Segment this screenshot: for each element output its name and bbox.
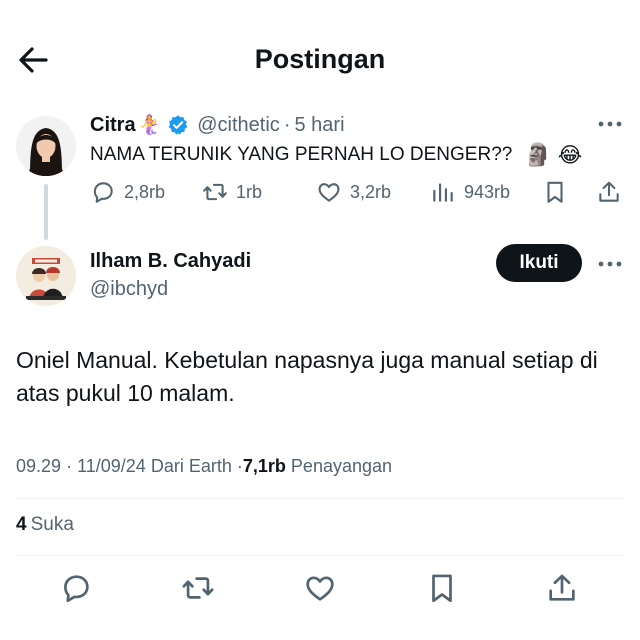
author-handle[interactable]: @cithetic: [197, 114, 280, 137]
more-dots-icon: [598, 121, 622, 127]
repost-icon: [182, 577, 214, 599]
repost-count: 1rb: [236, 181, 263, 202]
views-button[interactable]: 943rb: [430, 174, 510, 210]
author-name[interactable]: Citra: [90, 114, 136, 137]
author-handle[interactable]: @ibchyd: [90, 278, 168, 301]
reply-button[interactable]: 2,8rb: [90, 174, 165, 210]
tweet-time[interactable]: 09.29: [16, 456, 61, 476]
likes-summary[interactable]: 4 Suka: [16, 514, 74, 536]
tweet-text: NAMA TERUNIK YANG PERNAH LO DENGER??: [90, 144, 513, 165]
avatar[interactable]: [16, 116, 76, 176]
avatar-image: [16, 246, 76, 306]
repost-button[interactable]: [178, 568, 218, 608]
separator: ·: [66, 456, 73, 476]
reply-button[interactable]: [56, 568, 96, 608]
tweet-source: Dari Earth: [150, 456, 232, 476]
heart-icon: [318, 183, 340, 202]
tweet-action-bar: [0, 568, 640, 612]
avatar-image: [16, 116, 76, 176]
tweet-date[interactable]: 11/09/24: [77, 456, 146, 476]
reply-count: 2,8rb: [124, 181, 166, 202]
verified-badge-icon: [168, 115, 188, 135]
bookmark-icon: [432, 574, 452, 603]
views-label: Penayangan: [290, 456, 393, 476]
moai-emoji: 🗿: [524, 142, 552, 167]
follow-button[interactable]: Ikuti: [496, 244, 582, 282]
tweet-text: Oniel Manual. Kebetulan napasnya juga ma…: [16, 347, 598, 406]
views-chart-icon: [433, 183, 453, 202]
reply-icon: [64, 575, 89, 603]
parent-tweet-text: NAMA TERUNIK YANG PERNAH LO DENGER?? 🗿 😂: [90, 142, 582, 168]
like-count: 3,2rb: [350, 181, 392, 202]
repost-button[interactable]: 1rb: [202, 174, 262, 210]
bookmark-button[interactable]: [422, 568, 462, 608]
more-dots-icon: [598, 261, 622, 267]
more-button[interactable]: [594, 112, 626, 136]
tweet-meta: 09.29 · 11/09/24 Dari Earth ·7,1rb Penay…: [16, 456, 392, 477]
parent-tweet-header: Citra 🧜‍♀️ @cithetic · 5 hari: [90, 112, 345, 138]
thread-line: [44, 184, 48, 240]
parent-tweet-actions: 2,8rb 1rb 3,2rb 943rb: [90, 174, 630, 210]
page-title: Postingan: [254, 44, 386, 74]
separator: ·: [283, 113, 291, 136]
tweet-time[interactable]: 5 hari: [294, 114, 344, 137]
share-icon: [599, 181, 619, 202]
heart-icon: [306, 576, 334, 601]
like-button[interactable]: 3,2rb: [316, 174, 391, 210]
laughing-emoji: 😂: [557, 143, 583, 167]
likes-count: 4: [16, 514, 27, 535]
divider: [16, 555, 626, 556]
avatar[interactable]: [16, 246, 76, 306]
views-count: 7,1rb: [242, 456, 286, 476]
more-button[interactable]: [594, 252, 626, 276]
share-button[interactable]: [596, 174, 622, 210]
repost-icon: [203, 183, 227, 201]
divider: [16, 498, 626, 499]
likes-label: Suka: [30, 514, 74, 535]
bookmark-button[interactable]: [542, 174, 568, 210]
share-button[interactable]: [542, 568, 582, 608]
reply-icon: [93, 182, 113, 203]
like-button[interactable]: [300, 568, 340, 608]
bookmark-icon: [547, 181, 563, 203]
view-count: 943rb: [464, 181, 511, 202]
author-name[interactable]: Ilham B. Cahyadi: [90, 250, 251, 273]
name-emoji: 🧜‍♀️: [137, 115, 162, 136]
share-icon: [549, 574, 575, 601]
